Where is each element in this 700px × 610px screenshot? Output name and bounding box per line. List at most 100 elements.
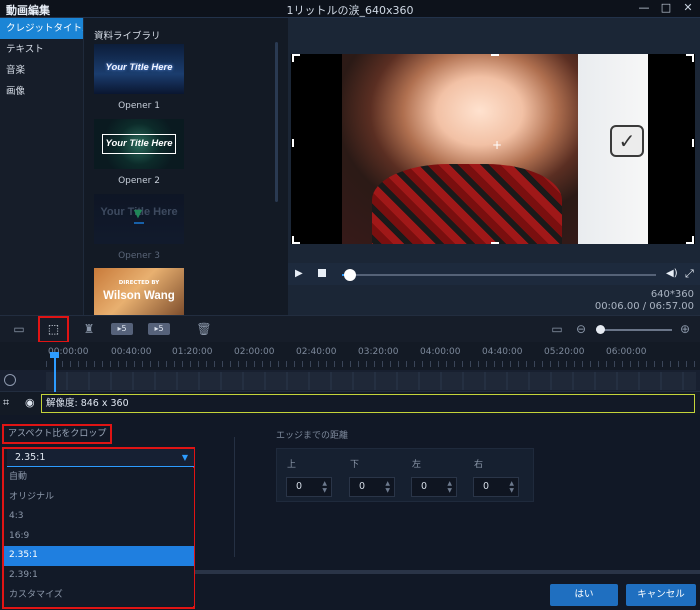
category-image[interactable]: 画像 — [0, 81, 83, 102]
crop-handle-tr-v[interactable] — [692, 54, 694, 62]
edit-toolbar: ▭ ⬚ ♜ ▸5 ▸5 🗑 ▭ ⊖ ⊕ — [0, 315, 700, 343]
volume-icon[interactable]: ◀) — [666, 268, 678, 279]
crop-track: ⌗ ◉ 解像度: 846 x 360 — [0, 392, 700, 415]
aspect-ratio-label: アスペクト比をクロップ — [2, 424, 112, 444]
preview-time: 00:06.00 / 06:57.00 — [594, 301, 694, 312]
crop-handle-bl-v[interactable] — [292, 236, 294, 244]
spinner-icon[interactable]: ▲ ▼ — [447, 480, 452, 494]
thumbnail-title-text: Your Title Here — [105, 62, 173, 73]
video-scarf — [372, 164, 562, 244]
library-scrollbar[interactable] — [275, 42, 278, 202]
opener-2-caption: Opener 2 — [118, 176, 160, 186]
edge-distance-label: エッジまでの距離 — [276, 431, 349, 441]
crop-handle-tl-v[interactable] — [292, 54, 294, 62]
maximize-button[interactable]: □ — [660, 1, 672, 14]
library-panel: 資料ライブラリ Your Title Here Opener 1 Your Ti… — [84, 18, 288, 315]
aspect-ratio-options: 自動 オリジナル 4:3 16:9 2.35:1 2.39:1 カスタマイズ — [4, 468, 194, 606]
edge-left-input[interactable]: 0 ▲ ▼ — [411, 477, 457, 497]
eye-icon[interactable]: ◉ — [25, 396, 35, 409]
fullscreen-icon[interactable]: ⤢ — [685, 267, 694, 281]
edge-left-value: 0 — [421, 481, 428, 492]
category-panel: クレジットタイトル テキスト 音楽 画像 — [0, 18, 84, 315]
chevron-down-icon: ▼ — [181, 453, 188, 462]
zoom-slider[interactable] — [596, 329, 672, 331]
stop-icon[interactable] — [318, 269, 326, 277]
crop-icon: ⌗ — [3, 396, 10, 409]
cancel-button[interactable]: キャンセル — [626, 584, 696, 606]
opener-3-caption: Opener 3 — [118, 251, 160, 261]
preview-panel: + ✓ ▶ ◀) ⤢ 640*360 00:06.00 / 06:57.00 — [288, 18, 700, 315]
title-bar: 動画編集 1リットルの涙_640x360 — □ ✕ — [0, 0, 700, 18]
edge-right-value: 0 — [483, 481, 490, 492]
horizontal-scrollbar[interactable] — [195, 570, 700, 574]
effects-icon[interactable]: ♜ — [80, 320, 98, 338]
timeline-ruler[interactable]: 00:00:00 00:40:00 01:20:00 02:00:00 02:4… — [0, 342, 700, 370]
credits-thumbnail[interactable]: DIRECTED BY Wilson Wang — [94, 268, 184, 315]
spinner-icon[interactable]: ▲ ▼ — [322, 480, 327, 494]
crop-handle-right[interactable] — [692, 139, 694, 147]
option-original[interactable]: オリジナル — [4, 488, 194, 508]
delete-icon[interactable]: 🗑 — [196, 320, 212, 338]
seek-track[interactable] — [342, 274, 656, 276]
edge-top-input[interactable]: 0 ▲ ▼ — [286, 477, 332, 497]
ok-button[interactable]: はい — [550, 584, 618, 606]
crop-handle-bottom[interactable] — [491, 242, 499, 244]
spinner-icon[interactable]: ▲ ▼ — [385, 480, 390, 494]
crop-handle-top[interactable] — [491, 54, 499, 56]
edge-right: 右 0 ▲ ▼ — [473, 457, 521, 497]
save-icon[interactable]: ▭ — [10, 320, 28, 338]
fit-timeline-icon[interactable]: ▭ — [548, 320, 566, 338]
tick-label: 04:00:00 — [420, 347, 461, 357]
opener-1-thumbnail[interactable]: Your Title Here — [94, 44, 184, 94]
crop-handle-br-v[interactable] — [692, 236, 694, 244]
category-music[interactable]: 音楽 — [0, 60, 83, 81]
tick-label: 02:40:00 — [296, 347, 337, 357]
play-icon[interactable]: ▶ — [295, 268, 303, 279]
edge-bottom: 下 0 ▲ ▼ — [349, 457, 397, 497]
close-button[interactable]: ✕ — [682, 1, 694, 14]
thumbnail-title-text: Wilson Wang — [103, 290, 175, 302]
tick-label: 02:00:00 — [234, 347, 275, 357]
forward-5-button[interactable]: ▸5 — [148, 323, 170, 335]
crop-center-icon: + — [492, 138, 503, 152]
edge-left: 左 0 ▲ ▼ — [411, 457, 459, 497]
thumbnail-title-text: Your Title Here — [105, 138, 173, 149]
aspect-ratio-select[interactable]: 2.35:1 ▼ — [7, 449, 194, 467]
zoom-in-icon[interactable]: ⊕ — [678, 320, 692, 338]
option-2-39-1[interactable]: 2.39:1 — [4, 566, 194, 586]
category-credit-title[interactable]: クレジットタイトル — [0, 18, 83, 39]
tick-label: 01:20:00 — [172, 347, 213, 357]
option-16-9[interactable]: 16:9 — [4, 527, 194, 547]
rewind-5-button[interactable]: ▸5 — [111, 323, 133, 335]
tick-label: 04:40:00 — [482, 347, 523, 357]
tick-label: 06:00:00 — [606, 347, 647, 357]
category-text[interactable]: テキスト — [0, 39, 83, 60]
zoom-out-icon[interactable]: ⊖ — [574, 320, 588, 338]
crop-settings-panel: アスペクト比をクロップ 2.35:1 ▼ 自動 オリジナル 4:3 16:9 2… — [0, 415, 700, 610]
resolution-clip[interactable]: 解像度: 846 x 360 — [41, 394, 695, 413]
option-2-35-1[interactable]: 2.35:1 — [4, 546, 194, 566]
edge-right-input[interactable]: 0 ▲ ▼ — [473, 477, 519, 497]
edge-top: 上 0 ▲ ▼ — [286, 457, 334, 497]
crop-handle-left[interactable] — [292, 139, 294, 147]
crop-button[interactable]: ⬚ — [38, 316, 69, 343]
video-clip[interactable] — [46, 372, 696, 390]
preview-resolution: 640*360 — [650, 289, 694, 300]
edge-bottom-input[interactable]: 0 ▲ ▼ — [349, 477, 395, 497]
tick-label: 00:40:00 — [111, 347, 152, 357]
option-customize[interactable]: カスタマイズ — [4, 586, 194, 606]
edge-distance-box: 上 0 ▲ ▼ 下 0 ▲ ▼ 左 0 ▲ ▼ 右 0 ▲ ▼ — [276, 448, 534, 502]
playhead[interactable] — [54, 356, 56, 392]
option-auto[interactable]: 自動 — [4, 468, 194, 488]
opener-2-thumbnail[interactable]: Your Title Here — [94, 119, 184, 169]
playback-controls: ▶ ◀) ⤢ — [288, 263, 700, 285]
window-controls: — □ ✕ — [638, 1, 694, 14]
seek-knob[interactable] — [344, 269, 356, 281]
edge-top-value: 0 — [296, 481, 303, 492]
thumbnail-subtitle-text: DIRECTED BY — [118, 280, 160, 286]
opener-3-thumbnail[interactable]: Your Title Here ▼ — [94, 194, 184, 244]
zoom-knob[interactable] — [596, 325, 605, 334]
spinner-icon[interactable]: ▲ ▼ — [509, 480, 514, 494]
option-4-3[interactable]: 4:3 — [4, 507, 194, 527]
minimize-button[interactable]: — — [638, 1, 650, 14]
